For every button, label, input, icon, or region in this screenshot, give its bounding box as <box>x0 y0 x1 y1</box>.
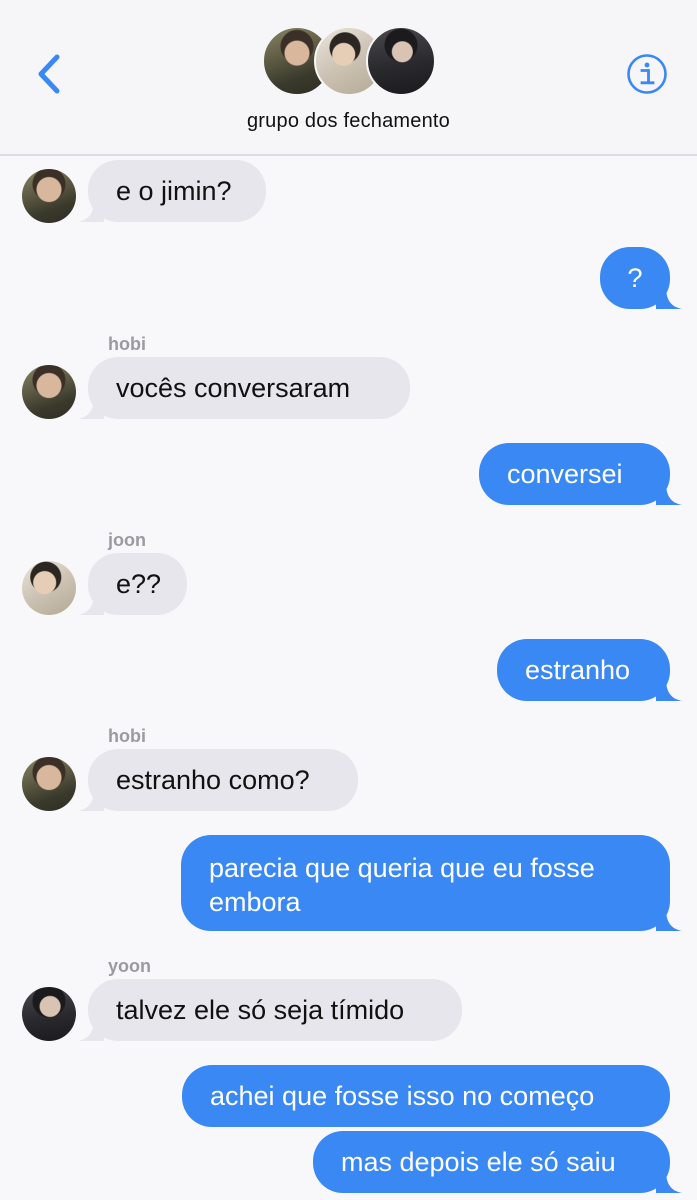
message-bubble-outgoing[interactable]: parecia que queria que eu fosse embora <box>181 835 682 931</box>
avatar-hobi[interactable] <box>22 169 76 223</box>
message-bubble-incoming[interactable]: estranho como? <box>78 749 358 811</box>
bubble-tail <box>656 905 682 931</box>
message-text: estranho <box>525 655 631 685</box>
message-text: ? <box>627 263 643 293</box>
message-bubble-incoming[interactable]: vocês conversaram <box>78 357 410 419</box>
bubble-tail <box>78 785 104 811</box>
info-button[interactable] <box>626 53 668 95</box>
avatar-yoon <box>366 26 436 96</box>
message-bubble-incoming[interactable]: talvez ele só seja tímido <box>78 979 462 1041</box>
bubble-tail <box>656 479 682 505</box>
avatar-joon[interactable] <box>22 561 76 615</box>
group-avatars[interactable] <box>262 26 436 98</box>
message-text: estranho como? <box>116 765 310 795</box>
message-bubble-outgoing[interactable]: conversei <box>479 443 682 505</box>
avatar-hobi[interactable] <box>22 757 76 811</box>
group-title[interactable]: grupo dos fechamento <box>0 110 697 133</box>
message-text: conversei <box>507 459 623 489</box>
message-text: talvez ele só seja tímido <box>116 995 405 1025</box>
avatar-hobi[interactable] <box>22 365 76 419</box>
message-text: e?? <box>116 569 162 599</box>
message-bubble-incoming[interactable]: e o jimin? <box>78 160 266 222</box>
message-text: achei que fosse isso no começo <box>210 1081 595 1111</box>
sender-name: yoon <box>108 956 151 976</box>
bubble-tail <box>78 1015 104 1041</box>
info-icon <box>627 54 667 94</box>
bubble-tail <box>78 589 104 615</box>
message-text: parecia que queria que eu fosse embora <box>209 853 595 917</box>
back-button[interactable] <box>28 50 68 98</box>
bubble-tail <box>656 1167 682 1193</box>
message-text: e o jimin? <box>116 176 232 206</box>
sender-name: hobi <box>108 334 146 354</box>
bubble-tail <box>656 283 682 309</box>
message-bubble-outgoing[interactable]: mas depois ele só saiu <box>313 1131 682 1193</box>
chat-screen: grupo dos fechamento e o jimin? ? hobi v… <box>0 0 697 1200</box>
bubble-tail <box>656 675 682 701</box>
message-text: mas depois ele só saiu <box>341 1147 616 1177</box>
sender-name: joon <box>108 530 146 550</box>
avatar-yoon[interactable] <box>22 987 76 1041</box>
bubble-tail <box>78 393 104 419</box>
conversation-header: grupo dos fechamento <box>0 0 697 156</box>
message-text: vocês conversaram <box>116 373 351 403</box>
message-bubble-outgoing[interactable]: estranho <box>497 639 682 701</box>
message-bubble-incoming[interactable]: e?? <box>78 553 187 615</box>
message-bubble-outgoing[interactable]: ? <box>600 247 682 309</box>
message-bubble-outgoing[interactable]: achei que fosse isso no começo <box>182 1065 670 1127</box>
sender-name: hobi <box>108 726 146 746</box>
bubble-tail <box>78 196 104 222</box>
chevron-left-icon <box>38 54 60 94</box>
